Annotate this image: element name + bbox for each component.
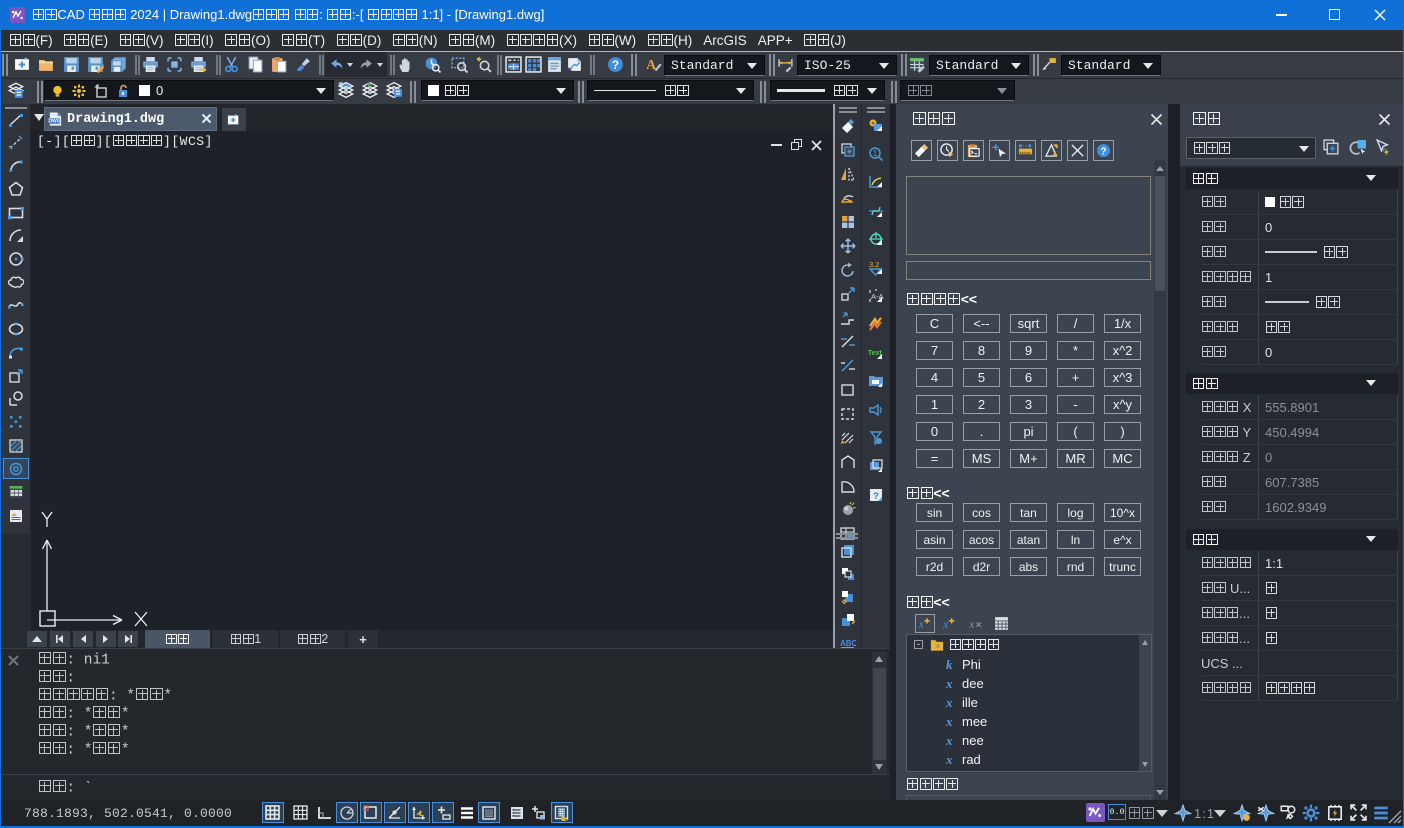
svg-text:?: ? xyxy=(873,491,879,501)
svg-text:x: x xyxy=(935,641,940,650)
svg-text:x: x xyxy=(942,618,949,631)
svg-text:?: ? xyxy=(612,59,619,72)
svg-text:DWG: DWG xyxy=(48,119,60,125)
svg-text:ABC: ABC xyxy=(840,639,856,648)
svg-text:A: A xyxy=(646,57,656,72)
svg-text:x: x xyxy=(918,618,925,631)
svg-text:3.2: 3.2 xyxy=(869,260,879,269)
svg-text:1: 1 xyxy=(873,149,878,158)
svg-text:x: x xyxy=(968,618,975,631)
svg-text:?: ? xyxy=(1100,146,1106,157)
